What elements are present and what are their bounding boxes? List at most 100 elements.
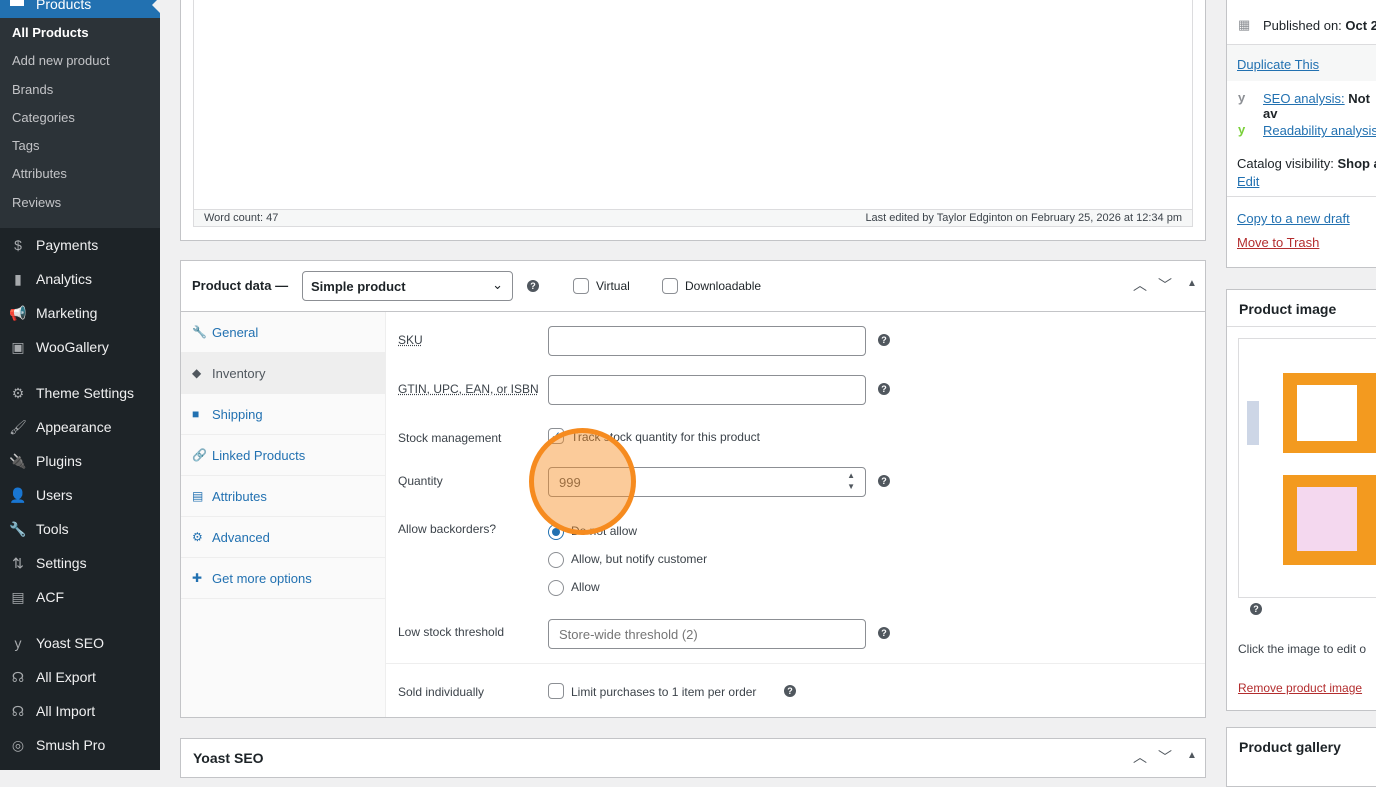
submenu-item[interactable]: Categories [0,103,160,131]
menu-item-yoast-seo[interactable]: y Yoast SEO [0,626,160,660]
product-image[interactable] [1238,338,1376,598]
menu-item-all-import[interactable]: ☊ All Import [0,694,160,728]
products-submenu: All Products Add new product Brands Categor… [0,18,160,228]
submenu-item[interactable]: Tags [0,131,160,159]
menu-item-payments[interactable]: $ Payments [0,228,160,262]
menu-label: Products [36,0,92,12]
published-label: Published on: [1263,18,1342,33]
menu-item-woogallery[interactable]: ▣ WooGallery [0,330,160,364]
help-icon[interactable]: ? [784,685,796,697]
menu-item-appearance[interactable]: 🖌 Appearance [0,410,160,444]
quantity-label: Quantity [398,474,443,488]
image-hint: Click the image to edit o [1238,642,1367,656]
help-icon[interactable]: ? [527,280,539,292]
catalog-edit-link[interactable]: Edit [1237,174,1259,189]
low-stock-input[interactable] [548,619,866,649]
published-date: Oct 2 [1345,18,1376,33]
menu-item-all-export[interactable]: ☊ All Export [0,660,160,694]
copy-draft-link[interactable]: Copy to a new draft [1237,211,1350,226]
wrench-icon: 🔧 [9,521,27,537]
sold-individually-label: Sold individually [398,685,485,699]
menu-item-tools[interactable]: 🔧 Tools [0,512,160,546]
submenu-item[interactable]: Brands [0,75,160,103]
help-icon[interactable]: ? [1250,603,1262,615]
menu-item-theme-settings[interactable]: ⚙ Theme Settings [0,376,160,410]
products-icon [10,0,24,6]
settings-icon: ⇅ [12,555,24,571]
move-up-icon[interactable]: ︿ [1133,275,1147,295]
menu-label: Appearance [36,419,112,435]
sku-input[interactable] [548,326,866,356]
tab-inventory[interactable]: ◆ Inventory [181,353,385,394]
tab-label: Linked Products [212,448,306,463]
spinner-icon[interactable]: ▲ ▼ [847,470,855,492]
remove-image-link[interactable]: Remove product image [1238,681,1362,695]
menu-item-settings[interactable]: ⇅ Settings [0,546,160,580]
menu-label: Yoast SEO [36,635,104,651]
move-down-icon[interactable]: ﹀ [1158,747,1172,767]
catalog-value: Shop a [1337,156,1376,171]
tab-icon: ⚙ [192,530,203,544]
submenu-item[interactable]: Attributes [0,159,160,187]
menu-products[interactable]: Products [0,0,160,18]
product-image-box: Product image ? Click the image to edit … [1226,289,1376,711]
menu-item-users[interactable]: 👤 Users [0,478,160,512]
tab-shipping[interactable]: ■ Shipping [181,394,385,435]
smush-icon: ◎ [11,737,25,753]
inventory-panel: SKU ? GTIN, UPC, EAN, or ISBN ? Stock ma… [386,312,1205,717]
menu-item-acf[interactable]: ▤ ACF [0,580,160,614]
menu-label: Tools [36,521,69,537]
gtin-label: GTIN, UPC, EAN, or ISBN [398,382,539,396]
menu-item-smush-pro[interactable]: ◎ Smush Pro [0,728,160,762]
duplicate-link[interactable]: Duplicate This [1237,57,1319,72]
tab-attributes[interactable]: ▤ Attributes [181,476,385,517]
collapse-icon[interactable]: ▲ [1187,750,1197,761]
tab-get-more-options[interactable]: ✚ Get more options [181,558,385,599]
menu-item-plugins[interactable]: 🔌 Plugins [0,444,160,478]
low-stock-label: Low stock threshold [398,625,505,639]
menu-label: Analytics [36,271,93,287]
tab-icon: ✚ [192,571,203,585]
product-data-title: Product data — [192,278,289,293]
product-type-select[interactable]: Simple product ⌄ [302,271,513,301]
backorder-radio-notify[interactable] [548,552,564,568]
limit-label: Limit purchases to 1 item per order [571,685,757,699]
divider [386,663,1205,664]
tab-label: Shipping [212,407,263,422]
sku-label: SKU [398,333,423,347]
gtin-input[interactable] [548,375,866,405]
downloadable-checkbox[interactable] [662,278,678,294]
menu-label: Theme Settings [36,385,135,401]
menu-label: All Import [36,703,96,719]
submenu-item[interactable]: All Products [0,18,160,46]
backorders-label: Allow backorders? [398,522,497,536]
virtual-checkbox[interactable] [573,278,589,294]
move-down-icon[interactable]: ﹀ [1158,275,1172,295]
move-to-trash-link[interactable]: Move to Trash [1237,235,1319,250]
seo-analysis-link[interactable]: SEO analysis: [1263,91,1345,106]
help-icon[interactable]: ? [878,475,890,487]
move-up-icon[interactable]: ︿ [1133,747,1147,767]
submenu-item[interactable]: Reviews [0,188,160,216]
tab-advanced[interactable]: ⚙ Advanced [181,517,385,558]
menu-item-analytics[interactable]: ▮ Analytics [0,262,160,296]
virtual-label: Virtual [596,279,630,293]
tab-linked-products[interactable]: 🔗 Linked Products [181,435,385,476]
menu-label: Smush Pro [36,737,106,753]
backorder-radio-allow[interactable] [548,580,564,596]
megaphone-icon: 📢 [9,305,27,321]
radio-label: Allow [571,580,600,594]
help-icon[interactable]: ? [878,627,890,639]
user-icon: 👤 [9,487,27,503]
menu-item-marketing[interactable]: 📢 Marketing [0,296,160,330]
submenu-item[interactable]: Add new product [0,46,160,74]
product-image-title: Product image [1239,301,1337,317]
readability-link[interactable]: Readability analysis: [1263,123,1376,138]
editor-area[interactable] [193,0,1193,227]
sold-individually-checkbox[interactable] [548,683,564,699]
collapse-icon[interactable]: ▲ [1187,278,1197,289]
help-icon[interactable]: ? [878,383,890,395]
tab-general[interactable]: 🔧 General [181,312,385,353]
downloadable-label: Downloadable [685,279,762,293]
help-icon[interactable]: ? [878,334,890,346]
